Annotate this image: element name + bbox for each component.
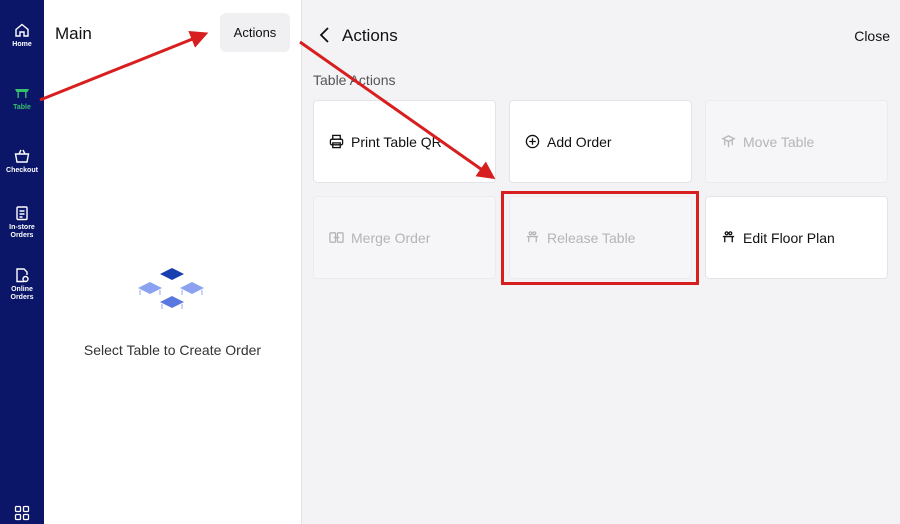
basket-icon — [14, 149, 30, 163]
nav-home-label: Home — [12, 41, 32, 48]
edit-floor-plan-label: Edit Floor Plan — [743, 229, 835, 246]
table-icon — [15, 89, 29, 98]
merge-order-button[interactable]: Merge Order — [313, 196, 496, 279]
release-table-label: Release Table — [547, 229, 636, 246]
nav-checkout[interactable]: Checkout — [0, 148, 44, 175]
tables-illustration-icon — [138, 268, 204, 309]
actions-button[interactable]: Actions — [220, 13, 290, 52]
home-icon — [15, 23, 29, 37]
empty-state-text: Select Table to Create Order — [83, 342, 262, 358]
move-table-label: Move Table — [743, 133, 815, 150]
section-label: Table Actions — [313, 72, 396, 88]
printer-icon — [329, 134, 344, 149]
nav-table[interactable]: Table — [0, 85, 44, 112]
nav-checkout-label: Checkout — [6, 167, 38, 174]
back-arrow-icon[interactable] — [316, 26, 334, 44]
floor-plan-icon — [722, 231, 735, 243]
nav-online-orders[interactable]: Online Orders — [0, 267, 44, 302]
plus-circle-icon — [525, 134, 540, 149]
print-table-qr-button[interactable]: Print Table QR — [313, 100, 496, 183]
clipboard-icon — [16, 206, 28, 221]
nav-online-orders-label: Online Orders — [10, 286, 34, 301]
print-table-qr-label: Print Table QR — [351, 133, 442, 150]
close-button[interactable]: Close — [854, 28, 890, 44]
nav-instore-orders-label: In-store Orders — [9, 224, 35, 239]
page-title: Main — [55, 24, 92, 43]
actions-title: Actions — [342, 26, 398, 45]
actions-panel: Actions Close Table Actions Print Table … — [302, 0, 900, 524]
add-order-button[interactable]: Add Order — [509, 100, 692, 183]
nav-home[interactable]: Home — [0, 22, 44, 49]
merge-order-label: Merge Order — [351, 229, 431, 246]
release-table-icon — [526, 231, 539, 243]
nav-instore-orders[interactable]: In-store Orders — [0, 205, 44, 240]
edit-floor-plan-button[interactable]: Edit Floor Plan — [705, 196, 888, 279]
merge-icon — [329, 232, 344, 243]
nav-table-label: Table — [13, 104, 31, 111]
move-table-icon — [721, 135, 736, 148]
sidebar: Home Table Checkout In-store Orders Onli… — [0, 0, 44, 524]
move-table-button[interactable]: Move Table — [705, 100, 888, 183]
add-order-label: Add Order — [547, 133, 612, 150]
main-panel: Main Actions Select Table to Create Orde… — [44, 0, 302, 524]
online-orders-icon — [16, 268, 29, 283]
grid-icon — [14, 505, 30, 521]
nav-grid-menu[interactable] — [0, 505, 44, 521]
release-table-button[interactable]: Release Table — [509, 196, 692, 279]
